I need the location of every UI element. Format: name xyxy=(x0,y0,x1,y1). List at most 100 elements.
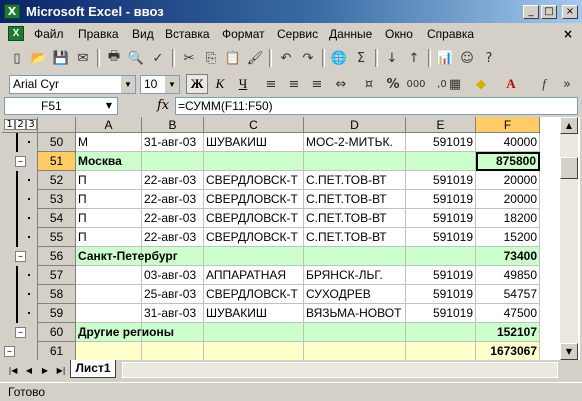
row-header-57[interactable]: 57 xyxy=(38,266,76,285)
cell-e60[interactable] xyxy=(406,323,476,342)
cell-c61[interactable] xyxy=(204,342,304,360)
cut-icon[interactable]: ✂ xyxy=(178,48,200,68)
cell-b54[interactable]: 22-авг-03 xyxy=(142,209,204,228)
cell-b58[interactable]: 25-авг-03 xyxy=(142,285,204,304)
last-sheet-icon[interactable]: ▶| xyxy=(54,364,68,378)
row-header-53[interactable]: 53 xyxy=(38,190,76,209)
cell-a56[interactable]: Санкт-Петербург xyxy=(76,247,178,266)
worksheet-grid[interactable]: 1 2 3 A B C D E F 50 М 31-авг-03 ШУВАКИШ МОС-2-МИТЬК.… xyxy=(2,117,580,360)
italic-button[interactable]: К xyxy=(209,74,231,94)
menu-insert[interactable]: Вставка xyxy=(165,26,210,42)
cell-f55[interactable]: 15200 xyxy=(476,228,540,247)
menu-help[interactable]: Справка xyxy=(427,26,474,42)
horizontal-scrollbar[interactable] xyxy=(122,362,558,378)
active-cell-f51[interactable]: 875800 xyxy=(476,152,540,171)
cell-b61[interactable] xyxy=(142,342,204,360)
minimize-button[interactable]: _ xyxy=(523,5,539,19)
menu-window[interactable]: Окно xyxy=(385,26,413,42)
undo-icon[interactable]: ↶ xyxy=(275,48,297,68)
menu-view[interactable]: Вид xyxy=(132,26,154,42)
cell-e54[interactable]: 591019 xyxy=(406,209,476,228)
formula-input[interactable]: =СУММ(F11:F50) xyxy=(175,97,578,115)
spelling-icon[interactable]: ✓ xyxy=(147,48,169,68)
cell-a50[interactable]: М xyxy=(76,133,142,152)
cell-f53[interactable]: 20000 xyxy=(476,190,540,209)
preview-icon[interactable]: 🔍 xyxy=(125,48,147,68)
cell-a57[interactable] xyxy=(76,266,142,285)
cell-f52[interactable]: 20000 xyxy=(476,171,540,190)
cell-a59[interactable] xyxy=(76,304,142,323)
toolbar-options-icon[interactable]: » xyxy=(556,74,578,94)
cell-a51[interactable]: Москва xyxy=(76,152,142,171)
row-header-60[interactable]: 60 xyxy=(38,323,76,342)
cell-c57[interactable]: АППАРАТНАЯ xyxy=(204,266,304,285)
assistant-icon[interactable]: ☺ xyxy=(456,48,478,68)
close-button[interactable]: × xyxy=(562,5,578,19)
cell-f58[interactable]: 54757 xyxy=(476,285,540,304)
font-color-icon[interactable]: A xyxy=(500,74,522,94)
workbook-icon[interactable]: X xyxy=(8,26,24,41)
column-header-a[interactable]: A xyxy=(76,117,142,133)
cell-f56[interactable]: 73400 xyxy=(476,247,540,266)
cell-c52[interactable]: СВЕРДЛОВСК-Т xyxy=(204,171,304,190)
cell-f54[interactable]: 18200 xyxy=(476,209,540,228)
cell-d61[interactable] xyxy=(304,342,406,360)
cell-d54[interactable]: С.ПЕТ.ТОВ-ВТ xyxy=(304,209,406,228)
next-sheet-icon[interactable]: ▶ xyxy=(38,364,52,378)
outline-level-1-button[interactable]: 1 xyxy=(4,119,15,130)
cell-d50[interactable]: МОС-2-МИТЬК. xyxy=(304,133,406,152)
name-box-dropdown-icon[interactable]: ▼ xyxy=(103,98,115,114)
menu-edit[interactable]: Правка xyxy=(78,26,119,42)
format-painter-icon[interactable]: 🖌 xyxy=(244,48,266,68)
copy-icon[interactable]: ⎘ xyxy=(200,48,222,68)
percent-button[interactable]: % xyxy=(382,74,404,94)
title-bar[interactable]: X Microsoft Excel - ввоз _ □ × xyxy=(0,0,582,23)
cell-e52[interactable]: 591019 xyxy=(406,171,476,190)
cell-c55[interactable]: СВЕРДЛОВСК-Т xyxy=(204,228,304,247)
font-size-combo[interactable]: 10 ▼ xyxy=(140,75,180,94)
cell-e51[interactable] xyxy=(406,152,476,171)
cell-c58[interactable]: СВЕРДЛОВСК-Т xyxy=(204,285,304,304)
row-header-54[interactable]: 54 xyxy=(38,209,76,228)
cell-c51[interactable] xyxy=(204,152,304,171)
cell-d51[interactable] xyxy=(304,152,406,171)
select-all-corner[interactable] xyxy=(38,117,76,133)
font-size-dropdown-icon[interactable]: ▼ xyxy=(164,76,179,93)
cell-e59[interactable]: 591019 xyxy=(406,304,476,323)
cell-e55[interactable]: 591019 xyxy=(406,228,476,247)
cell-b50[interactable]: 31-авг-03 xyxy=(142,133,204,152)
autosum-icon[interactable]: Σ xyxy=(350,48,372,68)
column-header-c[interactable]: C xyxy=(204,117,304,133)
cell-e56[interactable] xyxy=(406,247,476,266)
open-icon[interactable]: 📂 xyxy=(28,48,50,68)
outline-level-3-button[interactable]: 3 xyxy=(26,119,37,130)
cell-f60[interactable]: 152107 xyxy=(476,323,540,342)
bold-button[interactable]: Ж xyxy=(186,74,208,94)
menu-tools[interactable]: Сервис xyxy=(277,26,318,42)
thousands-button[interactable]: 000 xyxy=(405,74,427,94)
cell-d60[interactable] xyxy=(304,323,406,342)
borders-icon[interactable]: ▦ xyxy=(444,74,466,94)
cell-c50[interactable]: ШУВАКИШ xyxy=(204,133,304,152)
paste-icon[interactable]: 📋 xyxy=(222,48,244,68)
cell-c60[interactable] xyxy=(204,323,304,342)
sheet-tab-list1[interactable]: Лист1 xyxy=(70,360,116,378)
name-box[interactable]: F51 ▼ xyxy=(4,97,118,115)
cell-c54[interactable]: СВЕРДЛОВСК-Т xyxy=(204,209,304,228)
align-center-icon[interactable]: ≡ xyxy=(283,74,305,94)
row-header-50[interactable]: 50 xyxy=(38,133,76,152)
cell-d59[interactable]: ВЯЗЬМА-НОВОТ xyxy=(304,304,406,323)
cell-b53[interactable]: 22-авг-03 xyxy=(142,190,204,209)
cell-a54[interactable]: П xyxy=(76,209,142,228)
scroll-up-icon[interactable]: ▲ xyxy=(560,117,578,134)
cell-b52[interactable]: 22-авг-03 xyxy=(142,171,204,190)
menu-file[interactable]: Файл xyxy=(34,26,64,42)
vertical-scrollbar[interactable]: ▲ ▼ xyxy=(560,117,578,360)
cell-f61[interactable]: 1673067 xyxy=(476,342,540,360)
chart-wizard-icon[interactable]: 📊 xyxy=(434,48,456,68)
cell-a55[interactable]: П xyxy=(76,228,142,247)
align-left-icon[interactable]: ≡ xyxy=(260,74,282,94)
cell-d52[interactable]: С.ПЕТ.ТОВ-ВТ xyxy=(304,171,406,190)
cell-d57[interactable]: БРЯНСК-ЛЬГ. xyxy=(304,266,406,285)
hyperlink-icon[interactable]: 🌐 xyxy=(328,48,350,68)
